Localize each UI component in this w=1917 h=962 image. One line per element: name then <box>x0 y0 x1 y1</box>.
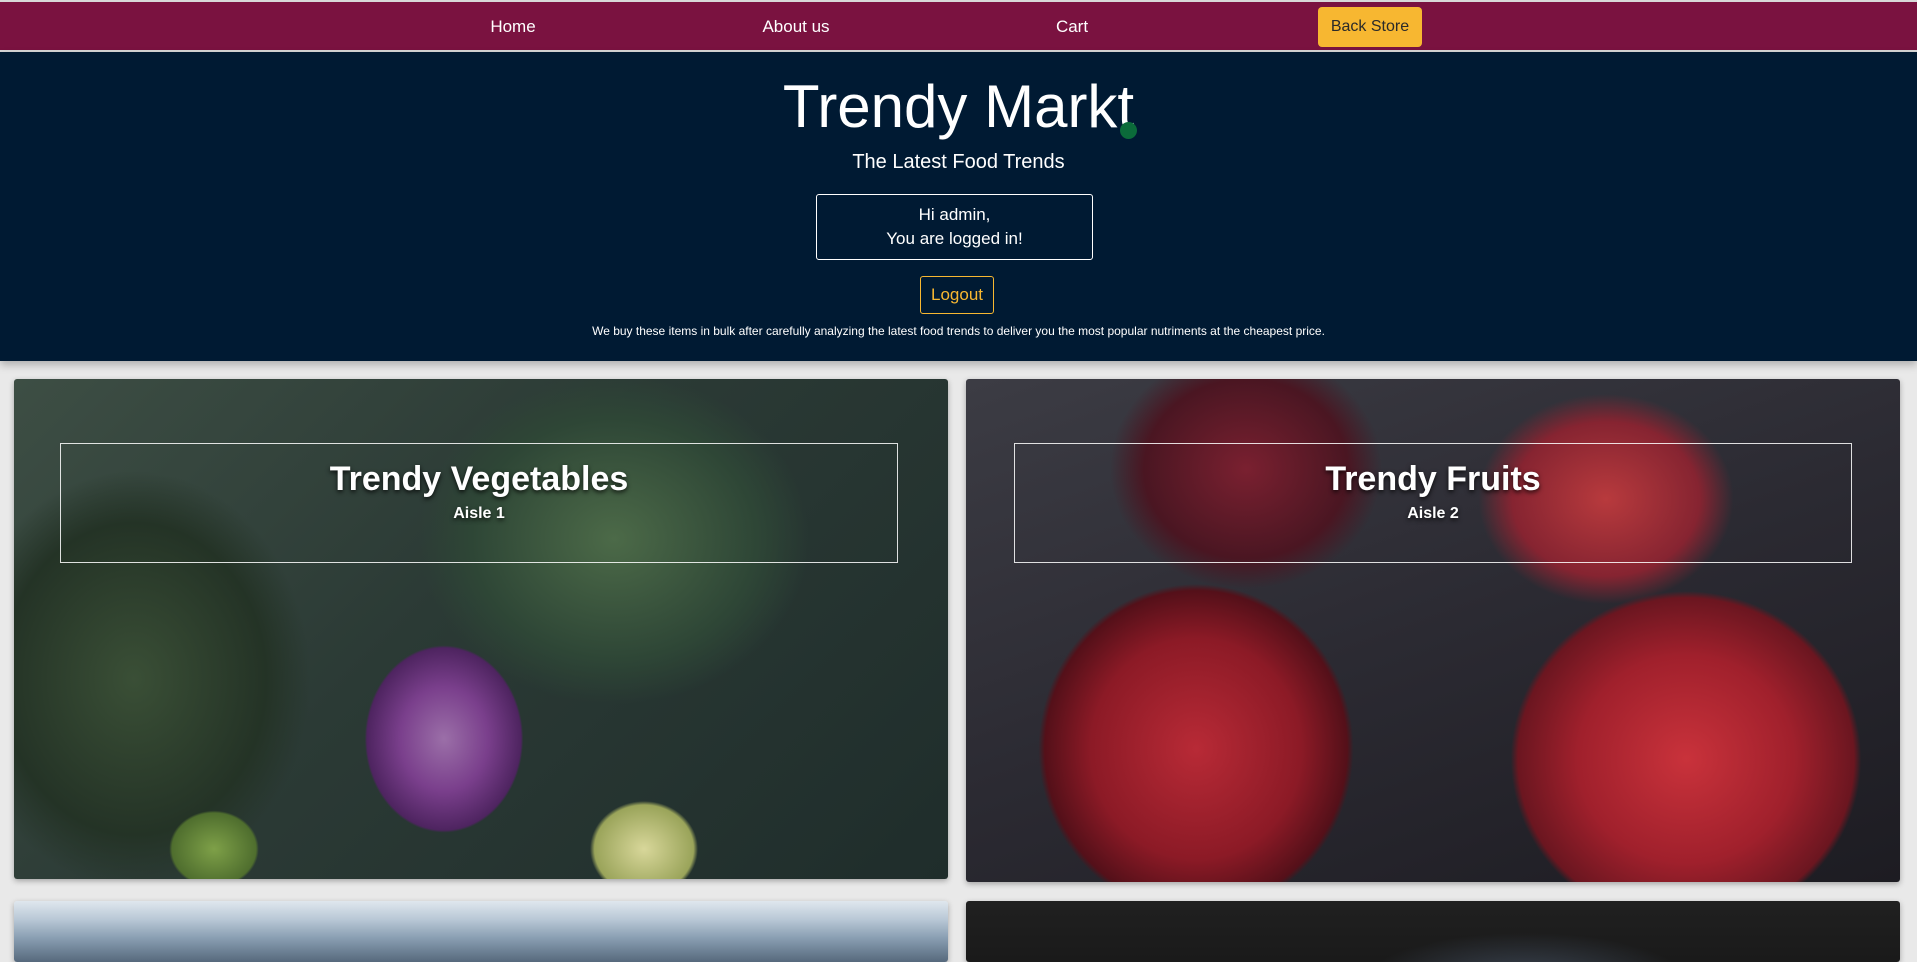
online-status-indicator <box>1120 122 1137 139</box>
category-card-mountains[interactable] <box>14 901 948 962</box>
login-status-box: Hi admin, You are logged in! <box>816 194 1093 260</box>
nav-about-link[interactable]: About us <box>762 17 829 37</box>
top-nav: Home About us Cart Back Store <box>0 0 1917 52</box>
tagline: We buy these items in bulk after careful… <box>592 324 1325 338</box>
category-aisle: Aisle 1 <box>453 505 505 522</box>
back-store-button[interactable]: Back Store <box>1318 7 1422 47</box>
nav-home-link[interactable]: Home <box>490 17 535 37</box>
site-title: Trendy Markt <box>782 73 1135 140</box>
category-card-dark[interactable] <box>966 901 1900 962</box>
page-header: Trendy Markt The Latest Food Trends Hi a… <box>0 52 1917 361</box>
greeting-text: Hi admin, <box>918 205 991 224</box>
logged-in-text: You are logged in! <box>886 229 1023 248</box>
category-card-vegetables[interactable]: Trendy Vegetables Aisle 1 <box>14 379 948 879</box>
category-aisle: Aisle 2 <box>1407 505 1459 522</box>
logout-button[interactable]: Logout <box>920 276 994 314</box>
nav-cart-link[interactable]: Cart <box>1056 17 1088 37</box>
category-card-fruits[interactable]: Trendy Fruits Aisle 2 <box>966 379 1900 882</box>
category-caption: Trendy Fruits Aisle 2 <box>1014 443 1852 563</box>
category-title: Trendy Fruits <box>1325 460 1541 498</box>
category-title: Trendy Vegetables <box>329 460 629 498</box>
site-subtitle: The Latest Food Trends <box>852 151 1065 173</box>
category-caption: Trendy Vegetables Aisle 1 <box>60 443 898 563</box>
